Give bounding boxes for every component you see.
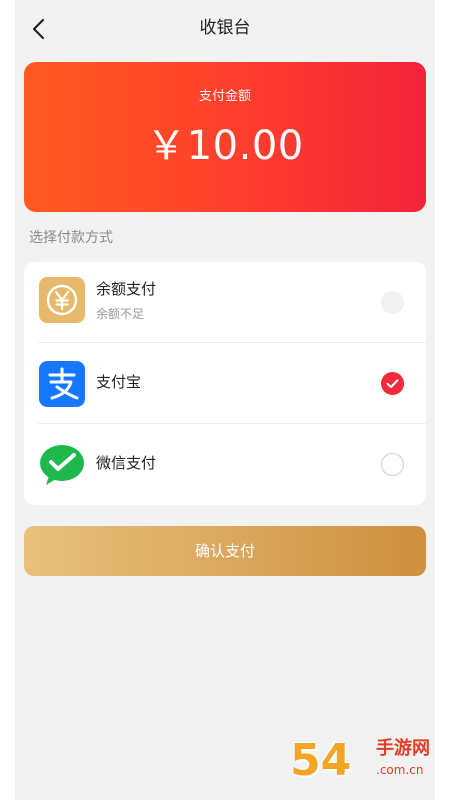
radio-disabled — [381, 291, 404, 314]
page-title: 收银台 — [199, 18, 251, 38]
amount-value: ￥10.00 — [146, 123, 304, 169]
balance-yen-icon — [39, 277, 85, 323]
watermark-domain: .com.cn — [376, 763, 424, 777]
payment-method-name: 支付宝 — [96, 373, 142, 391]
navigation-bar: 收银台 — [15, 0, 435, 56]
payment-method-section-label: 选择付款方式 — [29, 230, 113, 246]
watermark-number: 54 — [290, 735, 352, 786]
alipay-icon — [39, 361, 85, 407]
confirm-payment-button[interactable]: 确认支付 — [24, 526, 426, 576]
payment-method-list: 余额支付 余额不足 支付宝 微信支付 — [24, 262, 426, 505]
payment-method-note: 余额不足 — [96, 307, 145, 321]
payment-method-wechat[interactable]: 微信支付 — [24, 424, 426, 505]
radio-unchecked[interactable] — [381, 453, 404, 476]
amount-label: 支付金额 — [198, 89, 251, 104]
phone-screen: 收银台 支付金额 ￥10.00 选择付款方式 余额支付 余额不足 支付宝 微信支… — [15, 0, 435, 800]
site-watermark: 54 手游网 .com.cn — [290, 734, 440, 792]
payment-method-alipay[interactable]: 支付宝 — [24, 343, 426, 424]
amount-card: 支付金额 ￥10.00 — [24, 62, 426, 212]
radio-checked-icon[interactable] — [381, 372, 404, 395]
payment-method-balance[interactable]: 余额支付 余额不足 — [24, 262, 426, 343]
wechat-pay-icon — [40, 445, 84, 485]
payment-method-name: 余额支付 — [96, 280, 157, 298]
watermark-site-name: 手游网 — [376, 738, 430, 759]
payment-method-name: 微信支付 — [96, 454, 157, 472]
